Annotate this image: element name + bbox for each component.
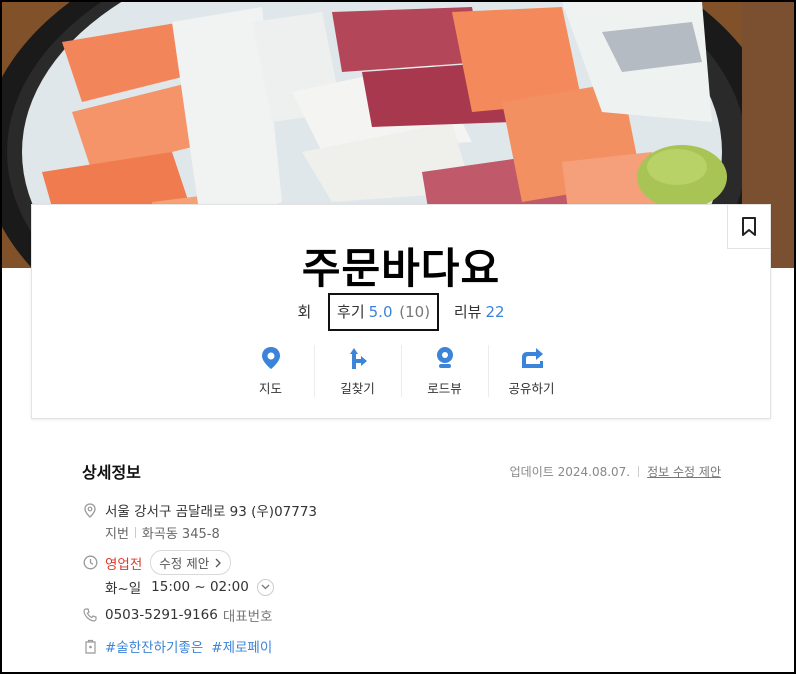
blog-review-count: 22 (485, 303, 505, 321)
address-row: 서울 강서구 곰달래로 93 (우)07773 (82, 500, 317, 520)
rating-score: 5.0 (368, 303, 393, 321)
roadview-icon (432, 345, 458, 370)
rating-count: (10) (399, 303, 431, 321)
jibun-label: 지번 (105, 527, 129, 542)
hours-time: 15:00 ~ 02:00 (151, 579, 249, 595)
map-button-label: 지도 (258, 381, 282, 396)
edit-suggest-label: 수정 제안 (159, 556, 210, 571)
detail-section-title: 상세정보 (82, 463, 141, 482)
directions-button[interactable]: 길찾기 (314, 345, 401, 397)
review-rating-link[interactable]: 후기 5.0 (10) (328, 293, 440, 331)
share-icon (519, 345, 545, 370)
chevron-right-icon (215, 558, 222, 567)
hours-days: 화~일 (105, 581, 142, 597)
edit-suggest-button[interactable]: 수정 제안 (150, 550, 232, 575)
roadview-button[interactable]: 로드뷰 (401, 345, 488, 397)
clock-icon (82, 555, 98, 571)
hours-expand-button[interactable] (256, 578, 274, 596)
tag-icon (82, 638, 98, 654)
share-button-label: 공유하기 (508, 381, 555, 396)
tag-link[interactable]: #제로페이 (211, 636, 272, 656)
update-info: 업데이트 2024.08.07. 정보 수정 제안 (510, 463, 721, 480)
jibun-row: 지번 화곡동 345-8 (105, 523, 220, 542)
location-icon (82, 502, 98, 518)
review-label: 후기 (337, 303, 365, 321)
chevron-down-icon (261, 584, 270, 590)
business-status: 영업전 (105, 556, 143, 573)
directions-button-label: 길찾기 (340, 381, 375, 396)
jibun-address: 화곡동 345-8 (141, 527, 220, 542)
business-status-row: 영업전 수정 제안 (82, 550, 232, 575)
directions-icon (345, 345, 371, 370)
tags-row: #술한잔하기좋은 #제로페이 (82, 636, 280, 656)
place-category: 회 (297, 303, 312, 321)
place-meta: 회 후기 5.0 (10) 리뷰 22 (32, 293, 770, 331)
place-info-card: 주문바다요 회 후기 5.0 (10) 리뷰 22 지도 길찾기 로드뷰 공유하… (31, 204, 771, 419)
blog-review-label: 리뷰 (453, 303, 482, 321)
action-bar: 지도 길찾기 로드뷰 공유하기 (32, 345, 770, 397)
phone-number[interactable]: 0503-5291-9166 (105, 607, 218, 623)
hours-row: 화~일 15:00 ~ 02:00 (105, 577, 274, 597)
info-edit-suggest-link[interactable]: 정보 수정 제안 (647, 465, 721, 479)
address-text: 서울 강서구 곰달래로 93 (우)07773 (105, 504, 318, 520)
blog-review-link[interactable]: 리뷰 22 (454, 303, 505, 321)
divider (638, 466, 640, 477)
roadview-button-label: 로드뷰 (427, 381, 462, 396)
bookmark-icon (742, 216, 756, 236)
divider (134, 527, 136, 538)
map-button[interactable]: 지도 (227, 345, 314, 397)
update-date: 업데이트 2024.08.07. (509, 465, 631, 479)
share-button[interactable]: 공유하기 (488, 345, 575, 397)
tag-link[interactable]: #술한잔하기좋은 (105, 636, 203, 656)
phone-label: 대표번호 (222, 609, 273, 625)
place-name: 주문바다요 (301, 244, 501, 293)
phone-row: 0503-5291-9166 대표번호 (82, 605, 273, 625)
map-pin-icon (258, 345, 284, 370)
phone-icon (82, 607, 98, 623)
